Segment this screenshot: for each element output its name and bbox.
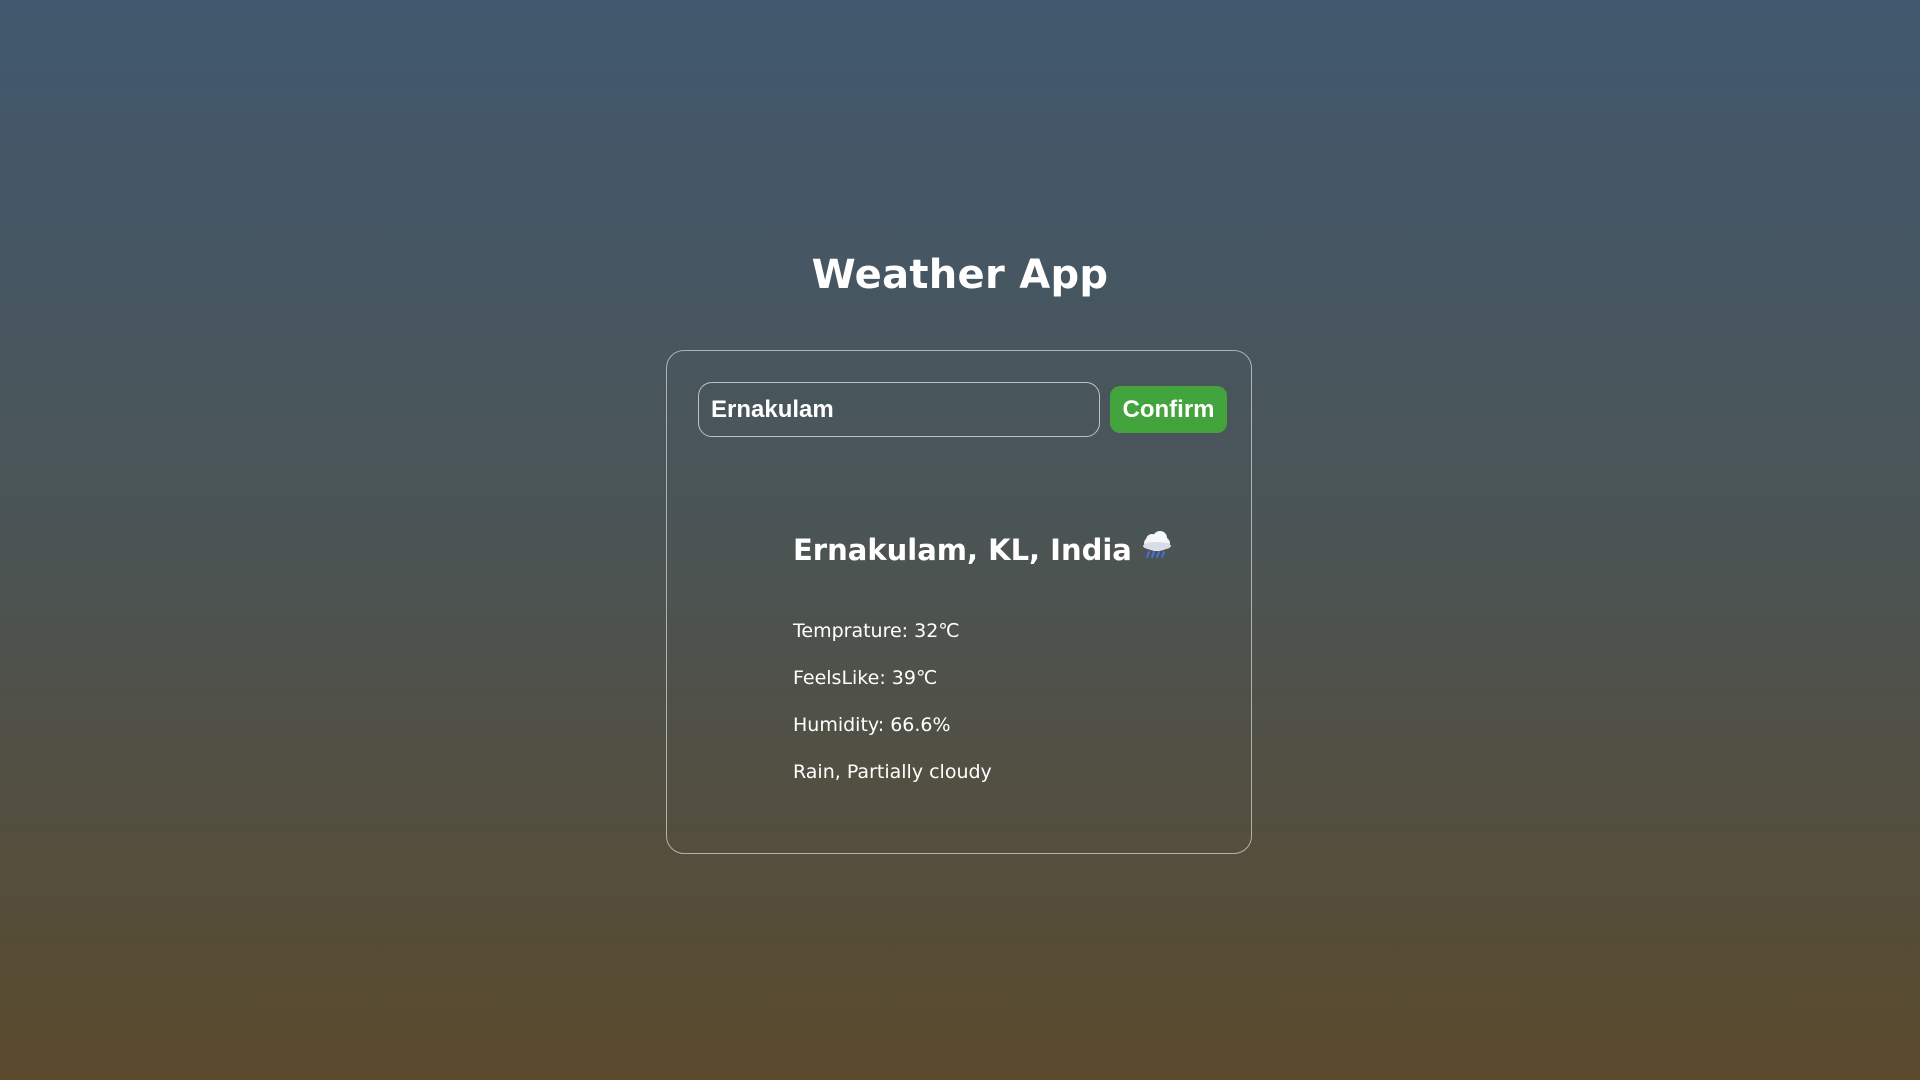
page-title: Weather App <box>811 252 1109 298</box>
location-label: Ernakulam, KL, India <box>793 533 1132 567</box>
feels-like-text: FeelsLike: 39℃ <box>793 667 938 689</box>
humidity-text: Humidity: 66.6% <box>793 714 951 736</box>
temperature-text: Temprature: 32℃ <box>793 620 960 642</box>
city-input[interactable] <box>698 382 1100 437</box>
weather-card: Confirm Ernakulam, KL, India Temprature:… <box>666 350 1252 854</box>
confirm-button[interactable]: Confirm <box>1110 386 1227 433</box>
location-heading: Ernakulam, KL, India <box>793 530 1174 568</box>
weather-description: Rain, Partially cloudy <box>793 761 992 783</box>
rain-cloud-icon <box>1140 530 1174 568</box>
